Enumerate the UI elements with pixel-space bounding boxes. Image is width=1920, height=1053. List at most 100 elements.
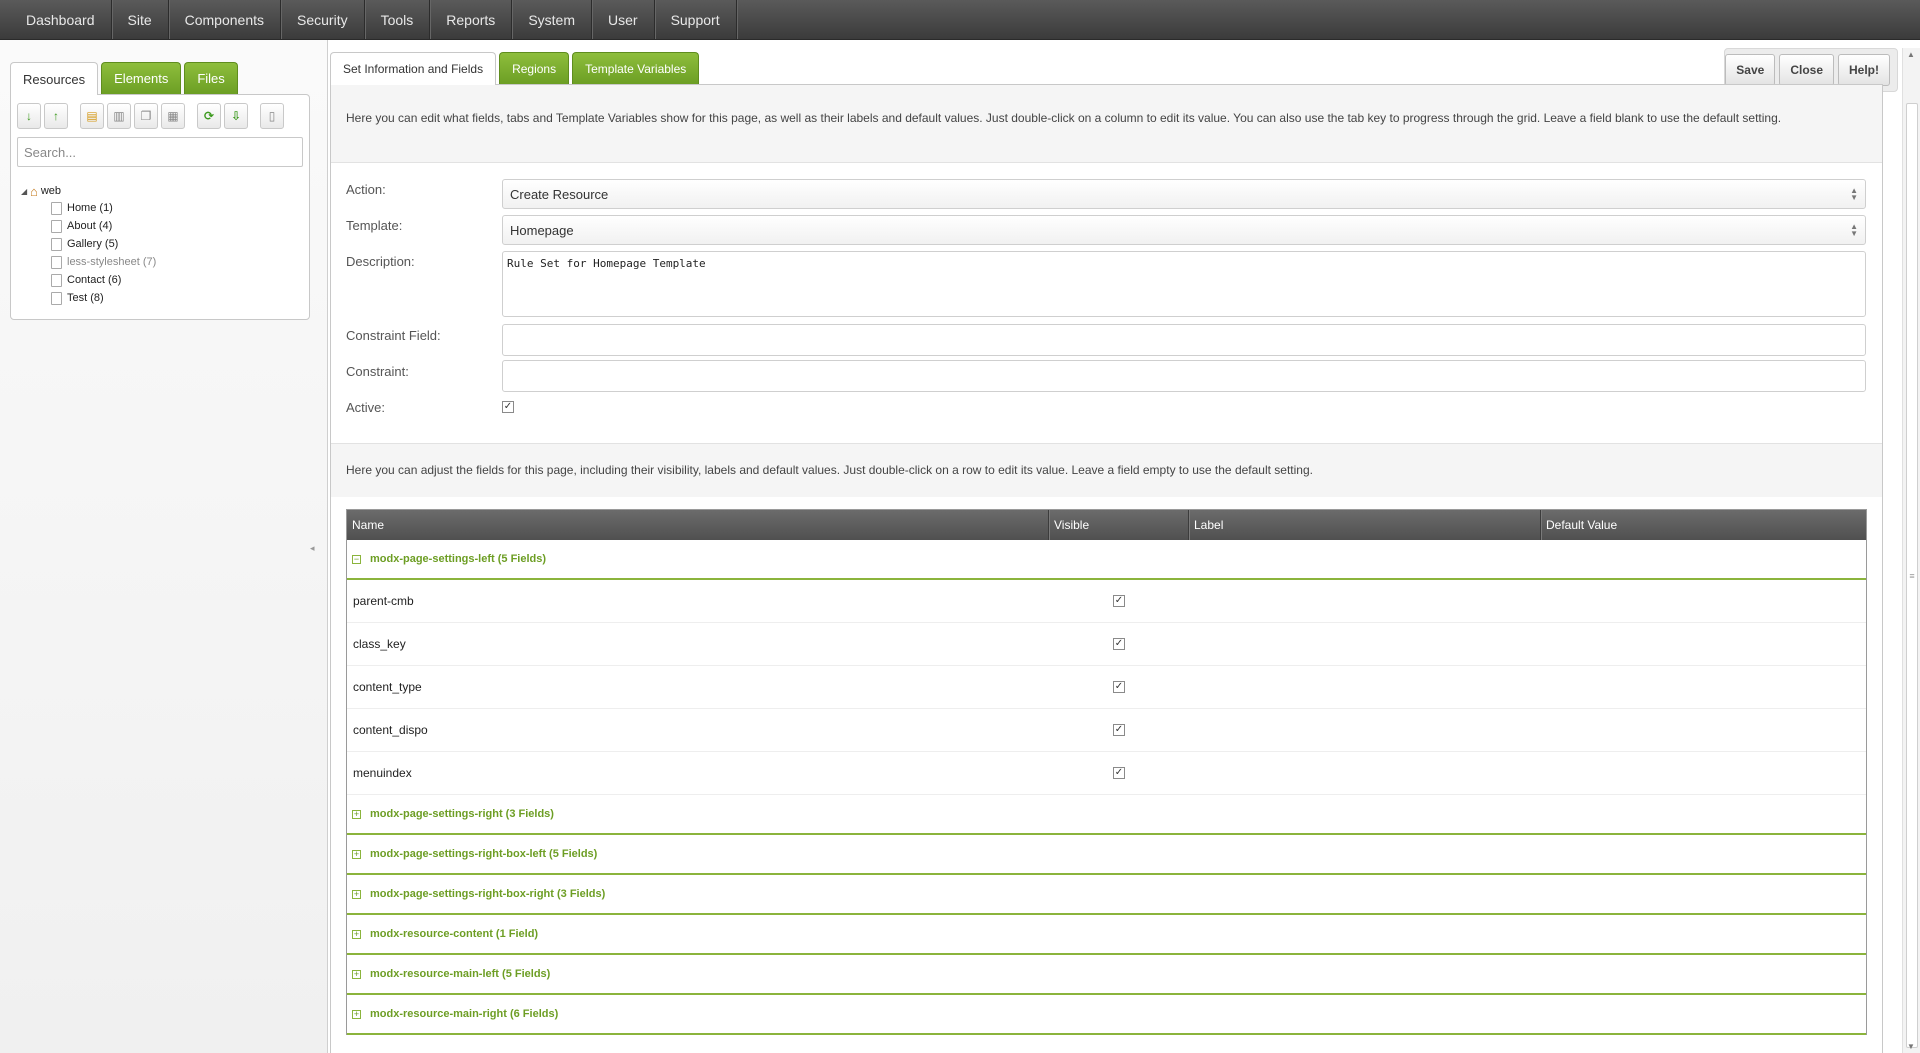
resource-tree: ◢ ⌂ web Home (1) About (4) Gallery (5) l… <box>21 183 156 307</box>
visible-checkbox[interactable]: ✓ <box>1113 595 1125 607</box>
tab-regions[interactable]: Regions <box>499 52 570 84</box>
trash-icon: ▯ <box>268 109 276 123</box>
template-select[interactable]: Homepage ▲ ▼ <box>502 215 1866 245</box>
group-label: modx-resource-main-right (6 Fields) <box>370 1008 559 1020</box>
help-button[interactable]: Help! <box>1838 54 1890 86</box>
grid-group-collapsed[interactable]: + modx-resource-main-right (6 Fields) <box>347 995 1866 1035</box>
new-static-button[interactable]: ▦ <box>161 103 185 129</box>
nav-site[interactable]: Site <box>112 0 169 39</box>
document-icon <box>51 273 62 287</box>
tree-item-contact[interactable]: Contact (6) <box>51 271 156 289</box>
collapse-minus-icon[interactable]: − <box>352 554 361 564</box>
tab-resources[interactable]: Resources <box>10 62 99 95</box>
nav-reports[interactable]: Reports <box>430 0 513 39</box>
scroll-down-icon[interactable]: ▼ <box>1907 1042 1915 1051</box>
group-label: modx-page-settings-right-box-left (5 Fie… <box>370 848 598 860</box>
grid-group-collapsed[interactable]: + modx-page-settings-right-box-left (5 F… <box>347 835 1866 875</box>
nav-tools[interactable]: Tools <box>365 0 431 39</box>
constraint-label: Constraint: <box>346 364 409 379</box>
scroll-up-icon[interactable]: ▲ <box>1907 50 1915 59</box>
new-weblink-button[interactable]: ▥ <box>107 103 131 129</box>
tree-item-less-stylesheet[interactable]: less-stylesheet (7) <box>51 253 156 271</box>
document-icon <box>51 219 62 233</box>
nav-system[interactable]: System <box>512 0 592 39</box>
tree-context-web[interactable]: ◢ ⌂ web <box>21 183 156 199</box>
nav-support[interactable]: Support <box>655 0 737 39</box>
arrow-down-icon: ↓ <box>26 109 32 123</box>
select-arrows-icon: ▲ ▼ <box>1850 222 1858 238</box>
collapse-left-panel-handle[interactable]: ◂ <box>310 536 318 560</box>
expand-plus-icon[interactable]: + <box>352 889 361 899</box>
nav-security[interactable]: Security <box>281 0 365 39</box>
new-document-button[interactable]: ▤ <box>80 103 104 129</box>
new-symlink-button[interactable]: ❐ <box>134 103 158 129</box>
constraint-field-input[interactable] <box>502 324 1866 356</box>
tree-item-home[interactable]: Home (1) <box>51 199 156 217</box>
grid-group-collapsed[interactable]: + modx-resource-main-left (5 Fields) <box>347 955 1866 995</box>
field-name: parent-cmb <box>353 594 414 608</box>
purge-trash-button[interactable]: ▯ <box>260 103 284 129</box>
tree-search-input[interactable] <box>17 137 303 167</box>
expand-plus-icon[interactable]: + <box>352 929 361 939</box>
field-name: content_type <box>353 680 422 694</box>
tab-elements[interactable]: Elements <box>101 62 182 94</box>
active-checkbox[interactable]: ✓ <box>502 401 514 413</box>
visible-checkbox[interactable]: ✓ <box>1113 681 1125 693</box>
page-scrollbar[interactable]: ▲ ≡ ▼ <box>1902 48 1920 1053</box>
description-textarea[interactable]: Rule Set for Homepage Template <box>502 251 1866 317</box>
expand-plus-icon[interactable]: + <box>352 1009 361 1019</box>
refresh-button[interactable]: ⟳ <box>197 103 221 129</box>
tree-item-label: Test <box>67 292 88 304</box>
field-name: content_dispo <box>353 723 428 737</box>
tree-item-gallery[interactable]: Gallery (5) <box>51 235 156 253</box>
expand-plus-icon[interactable]: + <box>352 849 361 859</box>
grid-group-expanded[interactable]: − modx-page-settings-left (5 Fields) <box>347 540 1866 580</box>
collapse-all-button[interactable]: ↑ <box>44 103 68 129</box>
group-label: modx-page-settings-right-box-right (3 Fi… <box>370 888 606 900</box>
scrollbar-thumb[interactable]: ≡ <box>1906 103 1918 1048</box>
tab-files[interactable]: Files <box>184 62 238 94</box>
tree-item-label: Home <box>67 202 97 214</box>
save-button[interactable]: Save <box>1725 54 1776 86</box>
resource-tree-panel: ↓ ↑ ▤ ▥ ❐ ▦ ⟳ ⇩ ▯ ◢ ⌂ web Home (1) About… <box>10 94 310 320</box>
table-row[interactable]: parent-cmb ✓ <box>347 580 1866 623</box>
group-label: modx-page-settings-left (5 Fields) <box>370 553 547 565</box>
template-label: Template: <box>346 218 403 233</box>
expand-all-button[interactable]: ↓ <box>17 103 41 129</box>
close-button[interactable]: Close <box>1779 54 1834 86</box>
expand-plus-icon[interactable]: + <box>352 969 361 979</box>
table-row[interactable]: content_type ✓ <box>347 666 1866 709</box>
tree-item-about[interactable]: About (4) <box>51 217 156 235</box>
table-row[interactable]: class_key ✓ <box>347 623 1866 666</box>
grid-group-collapsed[interactable]: + modx-page-settings-right-box-right (3 … <box>347 875 1866 915</box>
visible-checkbox[interactable]: ✓ <box>1113 767 1125 779</box>
column-header-visible[interactable]: Visible <box>1049 510 1189 540</box>
column-header-label[interactable]: Label <box>1189 510 1541 540</box>
nav-user[interactable]: User <box>592 0 655 39</box>
visible-checkbox[interactable]: ✓ <box>1113 638 1125 650</box>
tab-template-variables[interactable]: Template Variables <box>572 52 700 84</box>
group-label: modx-resource-content (1 Field) <box>370 928 539 940</box>
home-context-icon: ⌂ <box>30 183 38 199</box>
constraint-input[interactable] <box>502 360 1866 392</box>
tree-context-label: web <box>40 185 62 197</box>
tree-item-id: (8) <box>90 292 104 304</box>
column-header-default-value[interactable]: Default Value <box>1541 510 1866 540</box>
tree-item-test[interactable]: Test (8) <box>51 289 156 307</box>
table-row[interactable]: menuindex ✓ <box>347 752 1866 795</box>
expand-arrow-icon[interactable]: ◢ <box>21 187 30 196</box>
grid-group-collapsed[interactable]: + modx-resource-content (1 Field) <box>347 915 1866 955</box>
nav-dashboard[interactable]: Dashboard <box>10 0 112 39</box>
table-row[interactable]: content_dispo ✓ <box>347 709 1866 752</box>
visible-checkbox[interactable]: ✓ <box>1113 724 1125 736</box>
document-icon <box>51 201 62 215</box>
action-select[interactable]: Create Resource ▲ ▼ <box>502 179 1866 209</box>
grid-group-collapsed[interactable]: + modx-page-settings-right (3 Fields) <box>347 795 1866 835</box>
sort-button[interactable]: ⇩ <box>224 103 248 129</box>
tab-set-information[interactable]: Set Information and Fields <box>330 52 497 85</box>
tree-item-id: (7) <box>142 256 157 268</box>
nav-components[interactable]: Components <box>169 0 282 39</box>
chevron-left-icon: ◂ <box>310 542 315 553</box>
expand-plus-icon[interactable]: + <box>352 809 361 819</box>
column-header-name[interactable]: Name <box>347 510 1049 540</box>
